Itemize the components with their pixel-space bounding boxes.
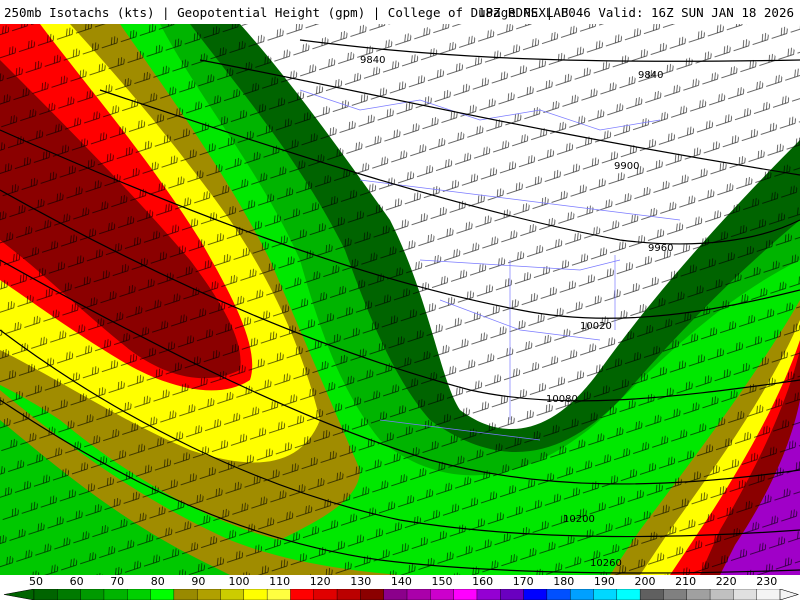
contour-label: 9960	[648, 243, 673, 254]
legend-color-swatch	[663, 589, 688, 600]
legend-color-swatch	[616, 589, 641, 600]
legend-tick-label: 200	[634, 575, 656, 588]
legend-tick-label: 140	[390, 575, 412, 588]
contour-label: 9840	[638, 70, 663, 81]
legend-color-swatch	[290, 589, 315, 600]
legend-arrow-low	[3, 589, 35, 600]
legend-color-swatch	[476, 589, 501, 600]
legend-arrow-high	[779, 589, 800, 600]
legend-color-swatch	[33, 589, 59, 600]
legend-color-swatch	[336, 589, 362, 600]
legend-color-swatch	[196, 589, 222, 600]
color-scale-legend: 50 60 70 80 90 100 110 120 130 140 150 160 170 180 190…	[0, 575, 800, 600]
legend-tick-label: 80	[150, 575, 165, 588]
legend-color-swatch	[500, 589, 525, 600]
legend-color-swatch	[639, 589, 665, 600]
legend-color-swatch	[430, 589, 455, 600]
legend-color-swatch	[569, 589, 595, 600]
legend-tick-label: 170	[512, 575, 534, 588]
legend-labels: 50 60 70 80 90 100 110 120 130 140 150 160 170 180 190…	[0, 575, 800, 588]
legend-color-swatch	[733, 589, 758, 600]
legend-tick-label: 100	[228, 575, 250, 588]
legend-tick-label: 60	[69, 575, 84, 588]
contour-label: 10260	[590, 558, 622, 569]
legend-color-swatch	[127, 589, 152, 600]
legend-color-swatch	[220, 589, 245, 600]
legend-color-swatch	[150, 589, 175, 600]
legend-tick-label: 230	[756, 575, 778, 588]
legend-tick-label: 50	[29, 575, 43, 588]
legend-color-swatch	[360, 589, 385, 600]
legend-tick-label: 110	[269, 575, 291, 588]
legend-tick-label: 90	[191, 575, 206, 588]
legend-color-swatch	[383, 589, 408, 600]
legend-color-swatch	[243, 589, 268, 600]
contour-label: 10080	[546, 394, 578, 405]
legend-color-swatch	[406, 589, 432, 600]
legend-tick-label: 180	[553, 575, 575, 588]
map-header: 250mb Isotachs (kts) | Geopotential Heig…	[0, 0, 800, 25]
legend-color-swatch	[313, 589, 338, 600]
legend-color-swatch	[57, 589, 82, 600]
weather-map: 9840 9840 9900 9960 10020 10080 10200 10…	[0, 24, 800, 575]
legend-color-swatch	[266, 589, 292, 600]
contour-label: 9840	[360, 55, 385, 66]
legend-color-swatch	[453, 589, 478, 600]
contour-label: 10020	[580, 321, 612, 332]
legend-tick-label: 160	[472, 575, 494, 588]
wind-barbs	[0, 24, 800, 575]
legend-color-swatch	[103, 589, 128, 600]
legend-tick-label: 130	[350, 575, 372, 588]
legend-color-swatch	[593, 589, 618, 600]
legend-color-swatch	[546, 589, 571, 600]
legend-color-swatch	[80, 589, 105, 600]
legend-color-swatch	[523, 589, 548, 600]
contour-label: 9900	[614, 161, 639, 172]
legend-color-swatch	[686, 589, 711, 600]
model-run-info: 18Z RDPS | F046 Valid: 16Z SUN JAN 18 20…	[477, 5, 794, 20]
legend-color-swatch	[756, 589, 781, 600]
legend-tick-label: 210	[675, 575, 697, 588]
legend-tick-label: 190	[593, 575, 615, 588]
legend-color-swatch	[709, 589, 735, 600]
legend-tick-label: 70	[110, 575, 125, 588]
legend-color-swatch	[173, 589, 198, 600]
legend-color-bar	[3, 589, 800, 600]
legend-tick-label: 150	[431, 575, 453, 588]
legend-tick-label: 120	[309, 575, 331, 588]
legend-tick-label: 220	[715, 575, 737, 588]
contour-label: 10200	[563, 514, 595, 525]
